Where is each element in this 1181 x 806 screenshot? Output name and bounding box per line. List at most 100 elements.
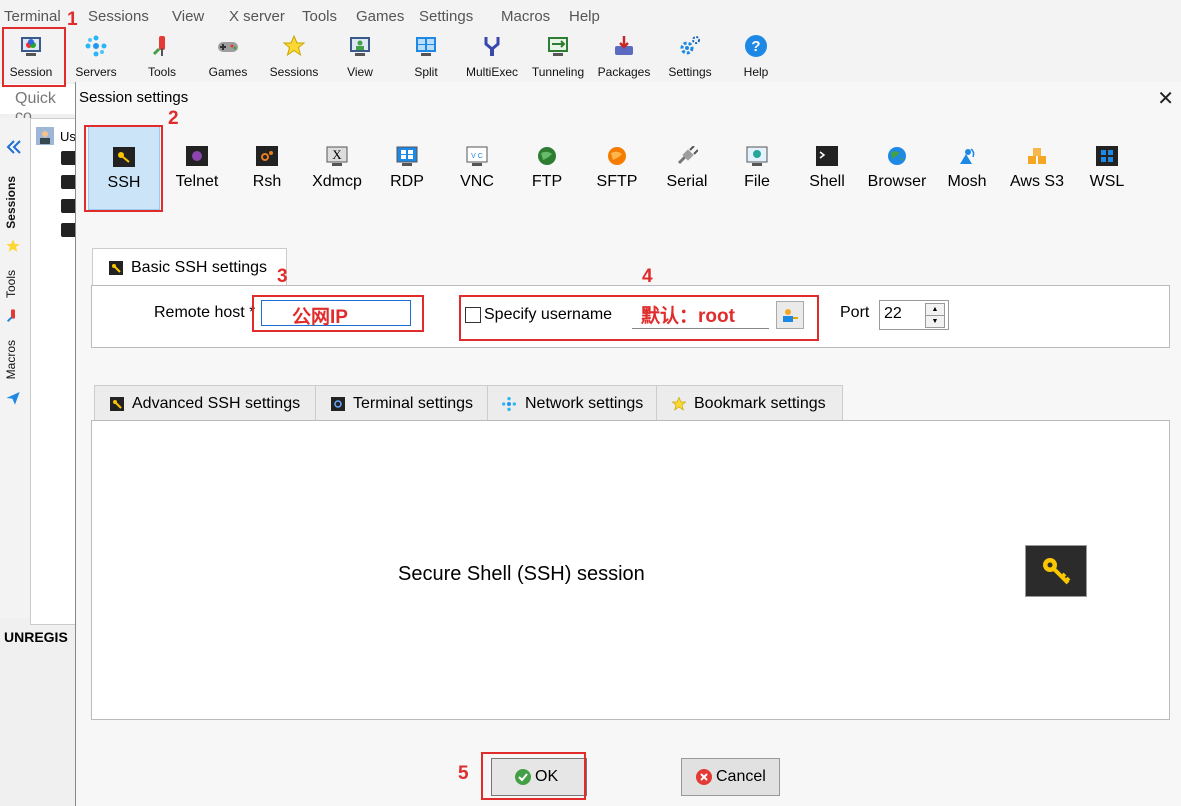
- session-type-serial[interactable]: Serial: [652, 126, 722, 208]
- close-icon[interactable]: ✕: [1157, 86, 1174, 111]
- sessions-panel: Us: [30, 118, 78, 625]
- session-type-aws-s3[interactable]: Aws S3: [1002, 126, 1072, 208]
- tab-sessions[interactable]: Sessions: [4, 176, 18, 229]
- annotation-box-3: [252, 295, 424, 332]
- session-description-panel: Secure Shell (SSH) session: [91, 420, 1170, 720]
- port-decrement-button[interactable]: ▼: [925, 315, 945, 328]
- session-type-shell[interactable]: Shell: [792, 126, 862, 208]
- telnet-icon: [186, 146, 208, 166]
- annotation-number-1: 1: [67, 9, 78, 30]
- session-type-telnet[interactable]: Telnet: [162, 126, 232, 208]
- toolbar-servers-button[interactable]: Servers: [64, 32, 128, 82]
- menu-games[interactable]: Games: [356, 8, 404, 25]
- menu-help[interactable]: Help: [569, 8, 600, 25]
- star-icon: [6, 239, 20, 252]
- browser-globe-icon: [888, 147, 906, 165]
- session-type-browser[interactable]: Browser: [862, 126, 932, 208]
- bookmark-star-icon: [671, 396, 687, 411]
- session-type-rdp[interactable]: RDP: [372, 126, 442, 208]
- svg-text:X: X: [332, 147, 342, 162]
- menu-tools[interactable]: Tools: [302, 8, 337, 25]
- vnc-icon: V C: [466, 146, 488, 166]
- toolbar-settings-button[interactable]: Settings: [658, 32, 722, 82]
- toolbar-tools-button[interactable]: Tools: [130, 32, 194, 82]
- annotation-box-4: [459, 295, 819, 341]
- rsh-icon: [256, 146, 278, 166]
- toolbar-help-button[interactable]: ? Help: [724, 32, 788, 82]
- toolbar-tunneling-button[interactable]: Tunneling: [526, 32, 590, 82]
- remote-host-label: Remote host *: [154, 304, 256, 321]
- menu-macros[interactable]: Macros: [501, 8, 550, 25]
- cancel-button[interactable]: Cancel: [681, 758, 780, 796]
- serial-plug-icon: [677, 146, 698, 165]
- annotation-number-5: 5: [458, 763, 469, 784]
- menu-terminal[interactable]: Terminal: [4, 8, 61, 25]
- wsl-windows-icon: [1096, 146, 1118, 166]
- user-sessions-icon: [36, 127, 54, 145]
- menu-sessions[interactable]: Sessions: [88, 8, 149, 25]
- menu-settings[interactable]: Settings: [419, 8, 473, 25]
- dialog-title: Session settings: [79, 89, 189, 106]
- servers-icon: [85, 35, 107, 57]
- menu-view[interactable]: View: [172, 8, 204, 25]
- split-icon: [416, 37, 436, 56]
- port-label: Port: [840, 304, 870, 321]
- unregistered-status: UNREGIS: [4, 629, 68, 645]
- help-icon: ?: [745, 35, 767, 57]
- games-icon: [218, 42, 238, 52]
- annotation-number-2: 2: [168, 108, 179, 129]
- ssh-key-icon: [1025, 545, 1087, 597]
- session-type-wsl[interactable]: WSL: [1072, 126, 1142, 208]
- toolbar-view-button[interactable]: View: [328, 32, 392, 82]
- tab-macros[interactable]: Macros: [4, 340, 18, 379]
- view-icon: [350, 37, 370, 56]
- quick-connect-input[interactable]: Quick co: [0, 84, 76, 125]
- session-type-file[interactable]: File: [722, 126, 792, 208]
- svg-text:?: ?: [751, 38, 760, 55]
- ssh-key-icon: [110, 397, 124, 411]
- toolbar-games-button[interactable]: Games: [196, 32, 260, 82]
- xdmcp-icon: X: [326, 146, 348, 166]
- annotation-number-4: 4: [642, 266, 653, 287]
- toolbar-sessions-button[interactable]: Sessions: [262, 32, 326, 82]
- tab-basic-ssh-settings[interactable]: Basic SSH settings: [92, 248, 287, 287]
- annotation-number-3: 3: [277, 266, 288, 287]
- menu-x-server[interactable]: X server: [229, 8, 285, 25]
- toolbar-multiexec-button[interactable]: MultiExec: [460, 32, 524, 82]
- multiexec-icon: [484, 37, 500, 56]
- menu-bar: Terminal Sessions View X server Tools Ga…: [0, 0, 1181, 32]
- tunneling-icon: [548, 37, 568, 56]
- session-settings-dialog: Session settings ✕ SSH Telnet Rsh X Xdmc…: [75, 82, 1181, 806]
- packages-icon: [615, 36, 633, 55]
- port-input[interactable]: 22 ▲ ▼: [879, 300, 949, 330]
- settings-icon: [680, 36, 700, 55]
- file-icon: [746, 146, 768, 166]
- rdp-icon: [396, 146, 418, 166]
- ftp-globe-icon: [538, 147, 556, 165]
- session-type-ftp[interactable]: FTP: [512, 126, 582, 208]
- session-type-rsh[interactable]: Rsh: [232, 126, 302, 208]
- aws-cubes-icon: [1028, 148, 1046, 164]
- tab-bookmark-settings[interactable]: Bookmark settings: [656, 385, 843, 422]
- mosh-antenna-icon: [960, 148, 975, 164]
- sftp-globe-icon: [608, 147, 626, 165]
- collapse-chevrons-icon[interactable]: [5, 138, 23, 156]
- toolbar-packages-button[interactable]: Packages: [592, 32, 656, 82]
- toolbar-split-button[interactable]: Split: [394, 32, 458, 82]
- tab-tools[interactable]: Tools: [4, 270, 18, 298]
- session-description: Secure Shell (SSH) session: [398, 563, 645, 585]
- tab-advanced-ssh-settings[interactable]: Advanced SSH settings: [94, 385, 317, 422]
- session-type-xdmcp[interactable]: X Xdmcp: [302, 126, 372, 208]
- cancel-x-icon: [696, 769, 712, 785]
- ssh-key-icon: [109, 261, 123, 275]
- session-type-mosh[interactable]: Mosh: [932, 126, 1002, 208]
- session-type-vnc[interactable]: V C VNC: [442, 126, 512, 208]
- sessions-star-icon: [282, 34, 306, 57]
- session-type-sftp[interactable]: SFTP: [582, 126, 652, 208]
- tab-network-settings[interactable]: Network settings: [487, 385, 658, 422]
- tab-terminal-settings[interactable]: Terminal settings: [315, 385, 489, 422]
- terminal-gear-icon: [331, 397, 345, 411]
- annotation-box-1: [2, 27, 66, 87]
- side-tabs: Sessions Tools Macros: [0, 118, 31, 618]
- annotation-box-2: [84, 125, 163, 212]
